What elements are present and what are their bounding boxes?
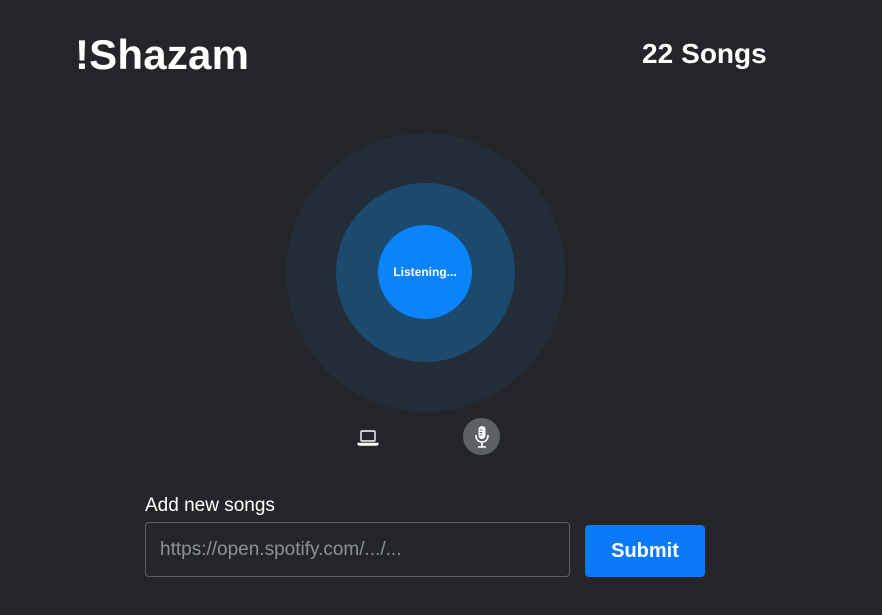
submit-button[interactable]: Submit (585, 525, 705, 577)
device-audio-toggle[interactable] (350, 422, 386, 454)
microphone-icon (474, 425, 490, 449)
song-count: 22 Songs (642, 37, 767, 71)
microphone-toggle[interactable] (463, 418, 500, 455)
app-title: !Shazam (75, 31, 250, 78)
add-songs-label: Add new songs (145, 495, 275, 516)
listening-status: Listening... (393, 265, 457, 279)
song-count-label: Songs (681, 38, 767, 69)
song-count-number: 22 (642, 38, 674, 69)
spotify-url-input[interactable] (145, 522, 570, 577)
listen-button[interactable]: Listening... (378, 225, 472, 319)
laptop-icon (357, 430, 379, 446)
